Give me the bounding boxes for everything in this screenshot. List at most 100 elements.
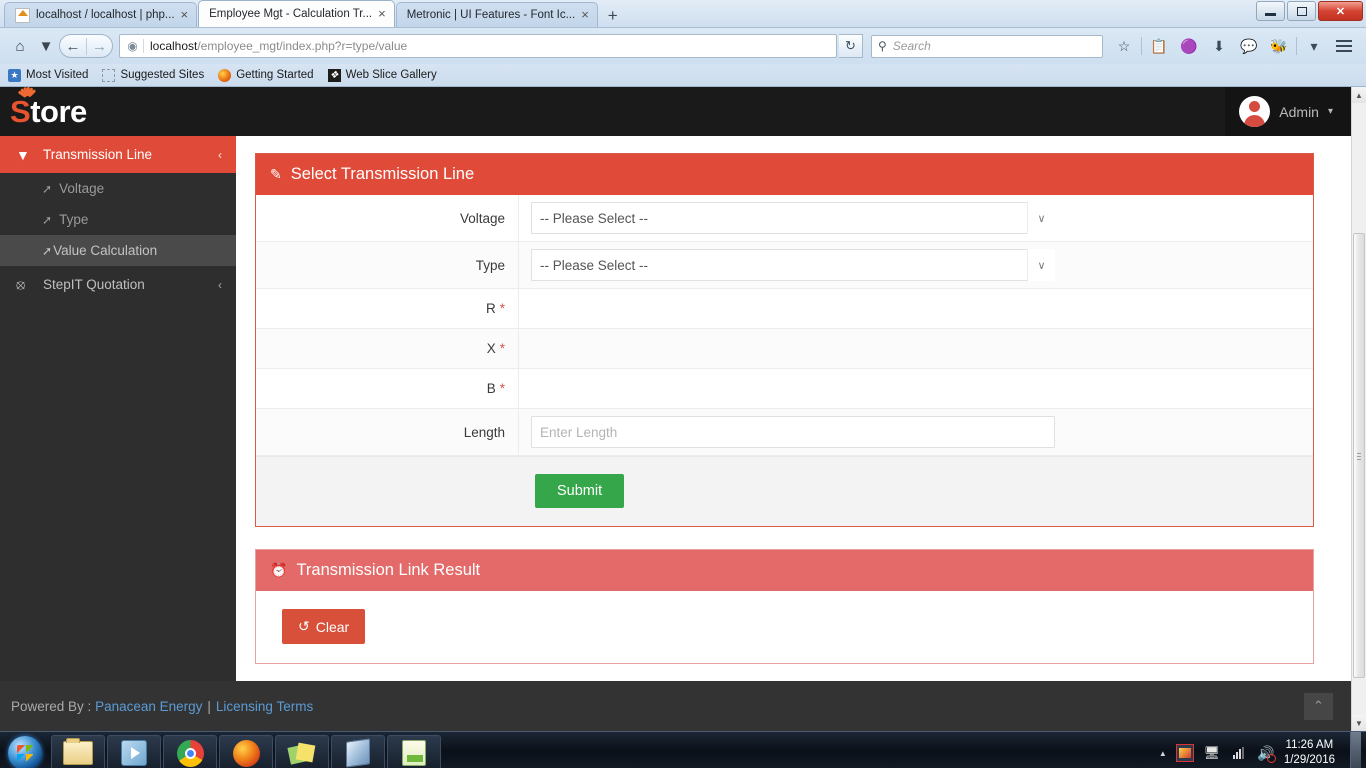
scroll-up-button[interactable]: ▲ [1352, 87, 1366, 103]
sidebar-subitem-value-calculation[interactable]: ➚ Value Calculation [0, 235, 236, 266]
browser-tab-1[interactable]: localhost / localhost | php... × [4, 2, 198, 27]
address-bar[interactable]: ◉ localhost/employee_mgt/index.php?r=typ… [119, 34, 837, 58]
windows-media-player-icon [121, 740, 147, 766]
browser-chrome: localhost / localhost | php... × Employe… [0, 0, 1366, 87]
taskbar-sticky-notes[interactable] [275, 735, 329, 768]
taskbar-virtualbox[interactable] [331, 735, 385, 768]
label-text: Type [475, 257, 505, 273]
taskbar-clock[interactable]: 11:26 AM 1/29/2016 [1284, 738, 1335, 768]
field-label-voltage: Voltage [256, 195, 519, 241]
footer-separator: | [207, 698, 211, 714]
field-control-voltage: -- Please Select -- ∨ [519, 195, 1313, 241]
required-marker: * [499, 341, 505, 356]
scroll-down-button[interactable]: ▼ [1352, 715, 1366, 731]
sidebar-subitem-voltage[interactable]: ➚ Voltage [0, 173, 236, 204]
taskbar-windows-media-player[interactable] [107, 735, 161, 768]
scroll-to-top-button[interactable]: ⌃ [1304, 692, 1333, 720]
field-value-x [519, 329, 1313, 368]
graphics-driver-icon[interactable] [1175, 744, 1194, 762]
taskbar-mozilla-firefox[interactable] [219, 735, 273, 768]
required-marker: * [499, 381, 505, 396]
clear-button[interactable]: ↺ Clear [282, 609, 366, 644]
page-footer: Powered By : Panacean Energy | Licensing… [0, 681, 1351, 731]
clock-date: 1/29/2016 [1283, 754, 1335, 766]
volume-muted-icon[interactable]: 🔊 [1257, 744, 1276, 763]
navigation-toolbar: ⌂ ▼ ← → ◉ localhost/employee_mgt/index.p… [0, 28, 1366, 64]
bookmark-web-slice-gallery[interactable]: ❖ Web Slice Gallery [327, 68, 437, 82]
safely-remove-hardware-icon[interactable]: 🖥 [1203, 744, 1221, 762]
sidebar-subitem-label: Voltage [59, 181, 105, 196]
clock-back-icon: ⏰ [270, 562, 288, 578]
downloads-icon[interactable]: ⬇ [1204, 33, 1234, 59]
toolbar-buttons: ☆ 📋 🟣 ⬇ 💬 🐝 ▾ [1109, 33, 1359, 59]
avatar [1239, 96, 1271, 127]
windows-taskbar: ▲ 🖥 🔊 11:26 AM 1/29/2016 [0, 731, 1366, 768]
chevron-left-icon: ‹ [218, 147, 222, 162]
menu-icon[interactable] [1329, 33, 1359, 59]
forward-button[interactable]: → [86, 37, 112, 55]
tab-title: Metronic | UI Features - Font Ic... [406, 9, 576, 21]
toolbar-divider [1296, 37, 1297, 55]
tab-close-icon[interactable]: × [581, 8, 589, 21]
window-maximize-button[interactable] [1287, 1, 1316, 21]
mute-badge [1266, 754, 1276, 763]
network-icon[interactable] [1230, 744, 1248, 762]
tab-close-icon[interactable]: × [378, 7, 386, 20]
taskbar-windows-explorer[interactable] [51, 735, 105, 768]
window-close-button[interactable]: ✕ [1318, 1, 1363, 21]
scrollbar-thumb[interactable] [1353, 233, 1365, 678]
user-menu[interactable]: Admin ▾ [1225, 87, 1351, 136]
pocket-icon[interactable]: 🟣 [1174, 33, 1204, 59]
footer-licensing-link[interactable]: Licensing Terms [216, 699, 313, 714]
sync-icon[interactable]: ▼ [33, 33, 59, 59]
page-scrollbar[interactable]: ▲ ▼ [1351, 87, 1366, 731]
new-tab-button[interactable]: + [599, 7, 627, 27]
app-logo[interactable]: Store [0, 87, 236, 128]
label-text: R [485, 301, 496, 316]
search-placeholder: Search [892, 39, 931, 53]
footer-company-link[interactable]: Panacean Energy [95, 699, 202, 714]
bookmarks-bar: ★ Most Visited Suggested Sites Getting S… [0, 64, 1366, 87]
main-content: ✎ Select Transmission Line Voltage -- Pl… [236, 136, 1351, 681]
bookmark-label: Most Visited [26, 69, 89, 81]
type-select[interactable]: -- Please Select -- [531, 249, 1055, 281]
search-input[interactable]: ⚲ Search [871, 34, 1103, 58]
taskbar-notepad-plus-plus[interactable] [387, 735, 441, 768]
window-minimize-button[interactable] [1256, 1, 1285, 21]
network-bars [1233, 747, 1245, 759]
bookmark-getting-started[interactable]: Getting Started [218, 68, 314, 82]
addon-icon[interactable]: 🐝 [1264, 33, 1294, 59]
panel-header: ✎ Select Transmission Line [256, 154, 1313, 195]
length-input[interactable] [531, 416, 1055, 448]
tab-close-icon[interactable]: × [181, 8, 189, 21]
tray-expand-icon[interactable]: ▲ [1159, 749, 1167, 758]
window-controls: ✕ [1254, 1, 1363, 21]
bookmark-most-visited[interactable]: ★ Most Visited [8, 68, 89, 82]
voltage-select[interactable]: -- Please Select -- [531, 202, 1055, 234]
start-button[interactable] [2, 734, 48, 768]
most-visited-icon: ★ [8, 68, 21, 82]
home-icon[interactable]: ⌂ [7, 33, 33, 59]
show-desktop-button[interactable] [1350, 731, 1361, 768]
taskbar-google-chrome[interactable] [163, 735, 217, 768]
tab-strip: localhost / localhost | php... × Employe… [0, 0, 1366, 28]
back-button[interactable]: ← [60, 38, 86, 55]
sidebar-item-transmission-line[interactable]: ▼ Transmission Line ‹ [0, 136, 236, 173]
browser-tab-2-active[interactable]: Employee Mgt - Calculation Tr... × [198, 0, 395, 27]
reading-list-icon[interactable]: 📋 [1144, 33, 1174, 59]
site-identity-icon: ◉ [122, 39, 144, 53]
overflow-caret-icon[interactable]: ▾ [1299, 33, 1329, 59]
virtualbox-icon [346, 738, 370, 768]
bookmark-suggested-sites[interactable]: Suggested Sites [102, 68, 204, 82]
bookmark-star-icon[interactable]: ☆ [1109, 33, 1139, 59]
chat-icon[interactable]: 💬 [1234, 33, 1264, 59]
field-label-length: Length [256, 409, 519, 455]
user-name: Admin [1279, 103, 1319, 120]
browser-tab-3[interactable]: Metronic | UI Features - Font Ic... × [395, 2, 598, 27]
label-text: Voltage [459, 210, 505, 226]
sidebar-item-stepit-quotation[interactable]: ⦻ StepIT Quotation ‹ [0, 266, 236, 303]
suggested-sites-icon [102, 68, 116, 82]
reload-button[interactable]: ↻ [839, 34, 863, 58]
sidebar-subitem-type[interactable]: ➚ Type [0, 204, 236, 235]
submit-button[interactable]: Submit [535, 474, 625, 508]
